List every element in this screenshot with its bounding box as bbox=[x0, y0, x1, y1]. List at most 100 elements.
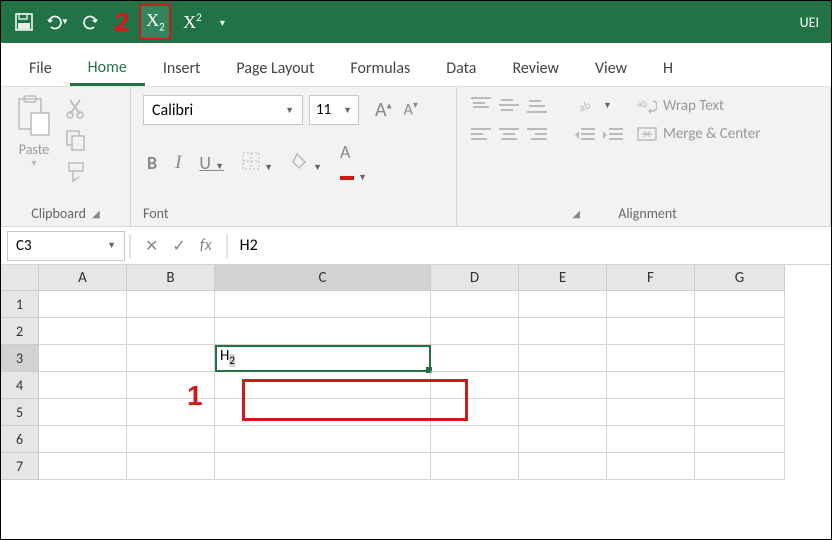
subscript-button[interactable]: X2 bbox=[139, 4, 171, 40]
font-color-button[interactable]: A ▼ bbox=[336, 139, 371, 187]
row-header[interactable]: 6 bbox=[1, 426, 39, 453]
font-name-combo[interactable]: Calibri▼ bbox=[143, 95, 303, 125]
cell[interactable] bbox=[215, 291, 431, 318]
row-header[interactable]: 2 bbox=[1, 318, 39, 345]
increase-indent-icon[interactable] bbox=[603, 127, 623, 143]
cell[interactable] bbox=[695, 426, 785, 453]
tab-view[interactable]: View bbox=[577, 49, 645, 86]
cell[interactable] bbox=[127, 291, 215, 318]
shrink-font-button[interactable]: A▾ bbox=[400, 96, 422, 124]
align-middle-icon[interactable] bbox=[499, 97, 519, 113]
align-right-icon[interactable] bbox=[527, 127, 547, 143]
cell[interactable] bbox=[431, 453, 519, 480]
fill-color-button[interactable]: ▼ bbox=[287, 150, 326, 177]
cell[interactable] bbox=[519, 426, 607, 453]
cell[interactable] bbox=[127, 345, 215, 372]
format-painter-icon[interactable] bbox=[65, 161, 87, 183]
cell[interactable] bbox=[39, 345, 127, 372]
cell[interactable] bbox=[431, 318, 519, 345]
font-size-combo[interactable]: 11▼ bbox=[309, 95, 359, 125]
save-button[interactable] bbox=[9, 7, 39, 37]
tab-insert[interactable]: Insert bbox=[145, 49, 219, 86]
tab-file[interactable]: File bbox=[11, 49, 70, 86]
tab-more[interactable]: H bbox=[645, 49, 691, 86]
col-header[interactable]: C bbox=[215, 265, 431, 291]
cell[interactable] bbox=[127, 318, 215, 345]
cell[interactable] bbox=[431, 426, 519, 453]
col-header[interactable]: B bbox=[127, 265, 215, 291]
wrap-text-button[interactable]: ab Wrap Text bbox=[637, 97, 761, 115]
cell[interactable] bbox=[39, 372, 127, 399]
align-center-icon[interactable] bbox=[499, 127, 519, 143]
italic-button[interactable]: I bbox=[171, 150, 185, 176]
cell[interactable] bbox=[431, 372, 519, 399]
cell[interactable] bbox=[127, 453, 215, 480]
cell[interactable] bbox=[695, 399, 785, 426]
col-header[interactable]: G bbox=[695, 265, 785, 291]
underline-button[interactable]: U ▼ bbox=[195, 150, 228, 176]
cell[interactable] bbox=[607, 453, 695, 480]
col-header[interactable]: D bbox=[431, 265, 519, 291]
orientation-icon[interactable]: ab bbox=[575, 97, 595, 113]
enter-formula-icon[interactable]: ✓ bbox=[172, 236, 185, 256]
formula-input[interactable]: H2 bbox=[228, 236, 831, 255]
cell[interactable] bbox=[695, 453, 785, 480]
superscript-button[interactable]: X2 bbox=[177, 7, 207, 37]
cell[interactable] bbox=[39, 453, 127, 480]
copy-icon[interactable] bbox=[65, 129, 87, 151]
bold-button[interactable]: B bbox=[143, 150, 161, 176]
select-all-corner[interactable] bbox=[1, 265, 39, 291]
cell[interactable] bbox=[695, 372, 785, 399]
col-header[interactable]: A bbox=[39, 265, 127, 291]
cell[interactable] bbox=[39, 318, 127, 345]
cell[interactable] bbox=[431, 399, 519, 426]
cell[interactable] bbox=[215, 426, 431, 453]
align-bottom-icon[interactable] bbox=[527, 97, 547, 113]
align-top-icon[interactable] bbox=[471, 97, 491, 113]
cell[interactable] bbox=[519, 399, 607, 426]
undo-button[interactable]: ▼ bbox=[45, 14, 69, 30]
tab-home[interactable]: Home bbox=[70, 48, 145, 86]
cell[interactable] bbox=[519, 372, 607, 399]
borders-button[interactable]: ▼ bbox=[238, 150, 277, 177]
font-launcher[interactable]: ◢ bbox=[572, 207, 580, 220]
cell[interactable] bbox=[431, 291, 519, 318]
cell[interactable] bbox=[215, 453, 431, 480]
cell[interactable] bbox=[39, 399, 127, 426]
cell[interactable] bbox=[607, 399, 695, 426]
row-header[interactable]: 7 bbox=[1, 453, 39, 480]
align-left-icon[interactable] bbox=[471, 127, 491, 143]
cell[interactable] bbox=[215, 372, 431, 399]
redo-button[interactable] bbox=[75, 7, 105, 37]
customize-qat-button[interactable]: ▾ bbox=[213, 7, 231, 37]
decrease-indent-icon[interactable] bbox=[575, 127, 595, 143]
cell[interactable] bbox=[215, 399, 431, 426]
cancel-formula-icon[interactable]: ✕ bbox=[145, 236, 158, 256]
cell[interactable] bbox=[215, 318, 431, 345]
cell[interactable] bbox=[127, 426, 215, 453]
cell[interactable] bbox=[607, 318, 695, 345]
cell[interactable] bbox=[39, 291, 127, 318]
cell[interactable] bbox=[695, 345, 785, 372]
cell[interactable] bbox=[519, 318, 607, 345]
cell-c3[interactable]: H2 bbox=[215, 345, 431, 372]
cell[interactable] bbox=[695, 291, 785, 318]
row-header[interactable]: 1 bbox=[1, 291, 39, 318]
fx-button[interactable]: fx bbox=[200, 236, 212, 255]
clipboard-launcher[interactable]: ◢ bbox=[92, 207, 100, 220]
cell[interactable] bbox=[607, 345, 695, 372]
cell[interactable] bbox=[39, 426, 127, 453]
tab-formulas[interactable]: Formulas bbox=[332, 49, 428, 86]
tab-page-layout[interactable]: Page Layout bbox=[218, 49, 332, 86]
cell[interactable] bbox=[519, 453, 607, 480]
row-header[interactable]: 5 bbox=[1, 399, 39, 426]
merge-center-button[interactable]: Merge & Center bbox=[637, 125, 761, 143]
cell[interactable] bbox=[431, 345, 519, 372]
cell[interactable] bbox=[519, 291, 607, 318]
cell[interactable] bbox=[695, 318, 785, 345]
paste-button[interactable]: Paste ▼ bbox=[7, 91, 61, 169]
cut-icon[interactable] bbox=[65, 97, 87, 119]
tab-data[interactable]: Data bbox=[428, 49, 494, 86]
col-header[interactable]: F bbox=[607, 265, 695, 291]
row-header[interactable]: 3 bbox=[1, 345, 39, 372]
